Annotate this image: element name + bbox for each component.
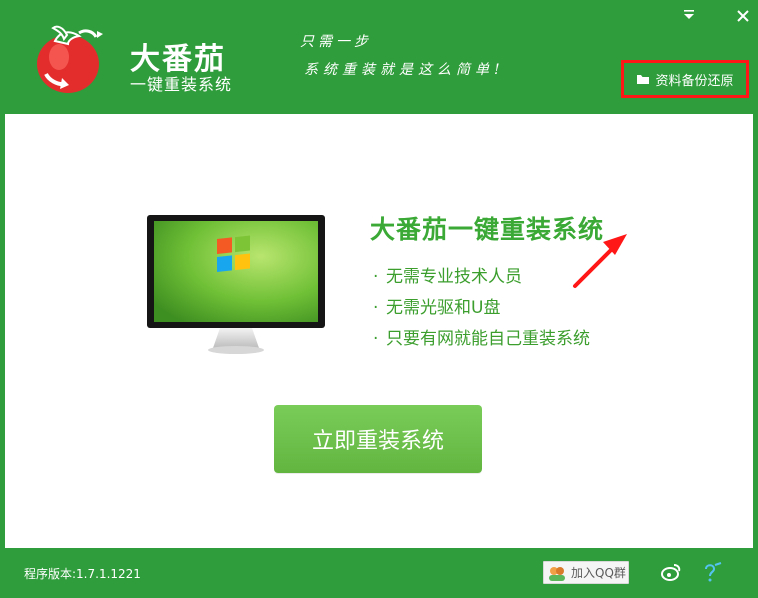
close-icon[interactable]	[734, 8, 752, 26]
version-text: 程序版本:1.7.1.1221	[24, 567, 141, 581]
feature-text: 只要有网就能自己重装系统	[386, 329, 590, 349]
feature-item: · 无需光驱和U盘	[373, 293, 590, 324]
qq-group-label: 加入QQ群	[571, 566, 626, 580]
tomato-logo-icon	[37, 25, 103, 93]
close-glyph-icon	[737, 10, 749, 22]
bullet-icon: ·	[373, 298, 379, 318]
backup-restore-label: 资料备份还原	[655, 73, 734, 89]
join-qq-group-button[interactable]: 加入QQ群	[543, 561, 629, 584]
header: 大番茄 一键重装系统 只需一步 系统重装就是这么简单! 资料备份还原	[0, 0, 758, 114]
main-title: 大番茄一键重装系统	[370, 215, 605, 244]
feature-text: 无需专业技术人员	[386, 267, 522, 287]
menu-arrow-glyph-icon	[684, 10, 694, 19]
brand-subtitle: 一键重装系统	[130, 75, 233, 94]
footer: 程序版本:1.7.1.1221 加入QQ群	[0, 548, 758, 598]
backup-restore-button[interactable]: 资料备份还原	[621, 60, 749, 98]
weibo-icon[interactable]	[660, 561, 682, 583]
install-system-button[interactable]: 立即重装系统	[274, 405, 482, 473]
feature-item: · 无需专业技术人员	[373, 262, 590, 293]
feature-list: · 无需专业技术人员 · 无需光驱和U盘 · 只要有网就能自己重装系统	[373, 262, 590, 355]
bullet-icon: ·	[373, 267, 379, 287]
feature-item: · 只要有网就能自己重装系统	[373, 324, 590, 355]
slogan-line-1: 只需一步	[300, 34, 372, 50]
slogan-line-2: 系统重装就是这么简单!	[304, 62, 505, 78]
monitor-illustration-icon	[147, 215, 325, 354]
app-window: 大番茄 一键重装系统 只需一步 系统重装就是这么简单! 资料备份还原 大番茄一键…	[0, 0, 758, 598]
folder-icon	[637, 75, 650, 84]
main-content: 大番茄一键重装系统 · 无需专业技术人员 · 无需光驱和U盘 · 只要有网就能自己重装…	[5, 114, 753, 548]
help-icon[interactable]	[702, 561, 724, 583]
bullet-icon: ·	[373, 329, 379, 349]
menu-arrow-icon[interactable]	[680, 8, 698, 26]
feature-text: 无需光驱和U盘	[386, 298, 501, 318]
qq-group-icon	[549, 566, 565, 581]
